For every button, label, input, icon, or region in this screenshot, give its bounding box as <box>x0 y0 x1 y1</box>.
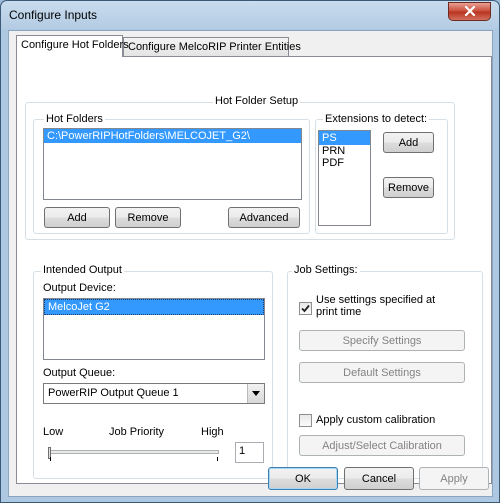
specify-settings-button[interactable]: Specify Settings <box>299 330 465 351</box>
chevron-down-icon <box>252 391 260 396</box>
slider-tick <box>50 457 51 461</box>
tab-configure-melcorip-printer-entities[interactable]: Configure MelcoRIP Printer Entities <box>123 37 301 57</box>
use-settings-label: Use settings specified at print time <box>316 294 436 318</box>
output-queue-value: PowerRIP Output Queue 1 <box>48 387 179 399</box>
intended-output-label: Intended Output <box>41 264 124 276</box>
list-item[interactable]: MelcoJet G2 <box>44 299 264 315</box>
tab-configure-hot-folders[interactable]: Configure Hot Folders <box>16 35 129 57</box>
hot-folders-list[interactable]: C:\PowerRIPHotFolders\MELCOJET_G2\ <box>43 128 302 200</box>
list-item[interactable]: PDF <box>319 157 370 169</box>
apply-button[interactable]: Apply <box>419 467 489 490</box>
close-button[interactable] <box>448 2 491 21</box>
output-device-list[interactable]: MelcoJet G2 <box>43 298 265 360</box>
extension-remove-button[interactable]: Remove <box>383 177 434 198</box>
job-priority-slider[interactable] <box>49 450 219 454</box>
hot-folder-remove-button[interactable]: Remove <box>115 207 181 228</box>
tab-panel: Hot Folder Setup Hot Folders C:\PowerRIP… <box>16 56 492 484</box>
hot-folder-add-button[interactable]: Add <box>44 207 110 228</box>
output-queue-label: Output Queue: <box>43 367 116 379</box>
adjust-calibration-button[interactable]: Adjust/Select Calibration <box>299 435 465 456</box>
ok-button[interactable]: OK <box>268 467 338 490</box>
checkmark-icon <box>301 304 310 313</box>
default-settings-button[interactable]: Default Settings <box>299 362 465 383</box>
extensions-label: Extensions to detect: <box>323 113 430 125</box>
job-priority-label: Job Priority <box>109 426 165 438</box>
cancel-button[interactable]: Cancel <box>344 467 414 490</box>
window-title: Configure Inputs <box>9 8 98 22</box>
list-item[interactable]: PRN <box>319 145 370 157</box>
list-item[interactable]: C:\PowerRIPHotFolders\MELCOJET_G2\ <box>44 129 301 143</box>
extensions-list[interactable]: PS PRN PDF <box>318 130 371 226</box>
tab-label: Configure Hot Folders <box>21 39 129 51</box>
hot-folders-label: Hot Folders <box>44 113 105 125</box>
output-queue-dropdown-button[interactable] <box>247 384 264 403</box>
custom-calibration-checkbox[interactable] <box>299 414 312 427</box>
output-queue-select[interactable]: PowerRIP Output Queue 1 <box>43 383 265 404</box>
job-settings-label: Job Settings: <box>292 264 360 276</box>
slider-tick <box>217 457 218 461</box>
list-item[interactable]: PS <box>319 131 370 145</box>
priority-high-label: High <box>201 426 224 438</box>
advanced-button[interactable]: Advanced <box>228 207 300 228</box>
custom-calibration-label: Apply custom calibration <box>316 414 436 426</box>
dialog-client-area: Configure Hot Folders Configure MelcoRIP… <box>8 30 493 497</box>
job-priority-input[interactable]: 1 <box>235 442 264 463</box>
configure-inputs-window: Configure Inputs Configure Hot Folders C… <box>0 0 500 503</box>
extension-add-button[interactable]: Add <box>383 132 434 153</box>
use-settings-checkbox[interactable] <box>299 302 312 315</box>
title-bar[interactable]: Configure Inputs <box>1 1 499 29</box>
priority-low-label: Low <box>43 426 64 438</box>
hot-folder-setup-label: Hot Folder Setup <box>213 95 301 107</box>
tab-label: Configure MelcoRIP Printer Entities <box>128 41 301 53</box>
close-icon <box>464 6 475 17</box>
output-device-label: Output Device: <box>43 282 116 294</box>
